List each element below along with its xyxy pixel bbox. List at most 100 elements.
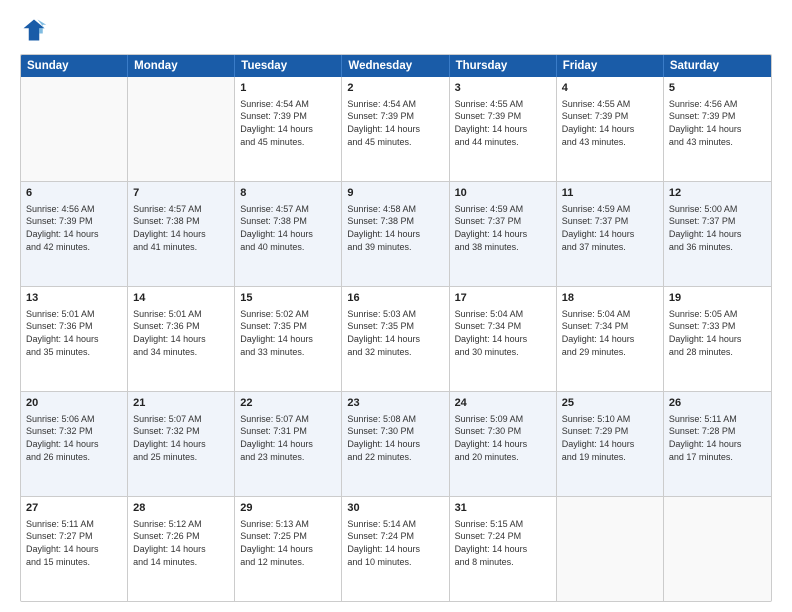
- cell-details: Sunrise: 4:55 AMSunset: 7:39 PMDaylight:…: [562, 98, 658, 148]
- day-number: 28: [133, 501, 229, 516]
- cell-details: Sunrise: 4:59 AMSunset: 7:37 PMDaylight:…: [455, 203, 551, 253]
- cell-details: Sunrise: 4:59 AMSunset: 7:37 PMDaylight:…: [562, 203, 658, 253]
- day-number: 11: [562, 186, 658, 201]
- cell-details: Sunrise: 4:54 AMSunset: 7:39 PMDaylight:…: [240, 98, 336, 148]
- header-day-tuesday: Tuesday: [235, 55, 342, 77]
- cell-details: Sunrise: 5:09 AMSunset: 7:30 PMDaylight:…: [455, 413, 551, 463]
- day-number: 31: [455, 501, 551, 516]
- day-number: 7: [133, 186, 229, 201]
- calendar-row-0: 1 Sunrise: 4:54 AMSunset: 7:39 PMDaylight…: [21, 77, 771, 182]
- calendar-row-2: 13Sunrise: 5:01 AMSunset: 7:36 PMDayligh…: [21, 287, 771, 392]
- calendar-cell: 21 Sunrise: 5:07 AMSunset: 7:32 PMDayligh…: [128, 392, 235, 496]
- calendar-cell: 19 Sunrise: 5:05 AMSunset: 7:33 PMDayligh…: [664, 287, 771, 391]
- calendar-cell: 9 Sunrise: 4:58 AMSunset: 7:38 PMDaylight…: [342, 182, 449, 286]
- calendar-cell: 24 Sunrise: 5:09 AMSunset: 7:30 PMDayligh…: [450, 392, 557, 496]
- calendar-row-1: 6 Sunrise: 4:56 AMSunset: 7:39 PMDaylight…: [21, 182, 771, 287]
- day-number: 17: [455, 291, 551, 306]
- cell-details: Sunrise: 4:58 AMSunset: 7:38 PMDaylight:…: [347, 203, 443, 253]
- cell-details: Sunrise: 5:01 AMSunset: 7:36 PMDaylight:…: [133, 308, 229, 358]
- cell-details: Sunrise: 5:08 AMSunset: 7:30 PMDaylight:…: [347, 413, 443, 463]
- header-day-friday: Friday: [557, 55, 664, 77]
- day-number: 12: [669, 186, 766, 201]
- calendar-cell: 1 Sunrise: 4:54 AMSunset: 7:39 PMDaylight…: [235, 77, 342, 181]
- header-day-wednesday: Wednesday: [342, 55, 449, 77]
- calendar-cell: 12 Sunrise: 5:00 AMSunset: 7:37 PMDayligh…: [664, 182, 771, 286]
- calendar-cell: 29 Sunrise: 5:13 AMSunset: 7:25 PMDayligh…: [235, 497, 342, 601]
- day-number: 19: [669, 291, 766, 306]
- day-number: 3: [455, 81, 551, 96]
- header-day-sunday: Sunday: [21, 55, 128, 77]
- calendar-cell: 4Sunrise: 4:55 AMSunset: 7:39 PMDaylight…: [557, 77, 664, 181]
- day-number: 9: [347, 186, 443, 201]
- day-number: 1: [240, 81, 336, 96]
- calendar-cell: 22 Sunrise: 5:07 AMSunset: 7:31 PMDayligh…: [235, 392, 342, 496]
- calendar-row-4: 27Sunrise: 5:11 AMSunset: 7:27 PMDayligh…: [21, 497, 771, 601]
- header-day-saturday: Saturday: [664, 55, 771, 77]
- cell-details: Sunrise: 5:07 AMSunset: 7:32 PMDaylight:…: [133, 413, 229, 463]
- day-number: 20: [26, 396, 122, 411]
- calendar-cell: 2 Sunrise: 4:54 AMSunset: 7:39 PMDaylight…: [342, 77, 449, 181]
- header-day-thursday: Thursday: [450, 55, 557, 77]
- cell-details: Sunrise: 4:57 AMSunset: 7:38 PMDaylight:…: [133, 203, 229, 253]
- day-number: 8: [240, 186, 336, 201]
- calendar-cell: 8 Sunrise: 4:57 AMSunset: 7:38 PMDaylight…: [235, 182, 342, 286]
- day-number: 10: [455, 186, 551, 201]
- day-number: 6: [26, 186, 122, 201]
- calendar-cell: 13Sunrise: 5:01 AMSunset: 7:36 PMDayligh…: [21, 287, 128, 391]
- cell-details: Sunrise: 4:56 AMSunset: 7:39 PMDaylight:…: [26, 203, 122, 253]
- day-number: 30: [347, 501, 443, 516]
- calendar-cell: 15 Sunrise: 5:02 AMSunset: 7:35 PMDayligh…: [235, 287, 342, 391]
- cell-details: Sunrise: 5:00 AMSunset: 7:37 PMDaylight:…: [669, 203, 766, 253]
- logo-icon: [20, 16, 48, 44]
- day-number: 21: [133, 396, 229, 411]
- calendar-cell: [21, 77, 128, 181]
- calendar-cell: 31 Sunrise: 5:15 AMSunset: 7:24 PMDayligh…: [450, 497, 557, 601]
- calendar-cell: 11 Sunrise: 4:59 AMSunset: 7:37 PMDayligh…: [557, 182, 664, 286]
- day-number: 22: [240, 396, 336, 411]
- day-number: 5: [669, 81, 766, 96]
- day-number: 24: [455, 396, 551, 411]
- calendar-cell: 16 Sunrise: 5:03 AMSunset: 7:35 PMDayligh…: [342, 287, 449, 391]
- calendar-cell: 10 Sunrise: 4:59 AMSunset: 7:37 PMDayligh…: [450, 182, 557, 286]
- calendar-cell: 3 Sunrise: 4:55 AMSunset: 7:39 PMDaylight…: [450, 77, 557, 181]
- cell-details: Sunrise: 5:13 AMSunset: 7:25 PMDaylight:…: [240, 518, 336, 568]
- calendar-cell: 17 Sunrise: 5:04 AMSunset: 7:34 PMDayligh…: [450, 287, 557, 391]
- cell-details: Sunrise: 5:15 AMSunset: 7:24 PMDaylight:…: [455, 518, 551, 568]
- cell-details: Sunrise: 4:54 AMSunset: 7:39 PMDaylight:…: [347, 98, 443, 148]
- calendar: SundayMondayTuesdayWednesdayThursdayFrid…: [20, 54, 772, 602]
- day-number: 29: [240, 501, 336, 516]
- day-number: 23: [347, 396, 443, 411]
- calendar-cell: 6 Sunrise: 4:56 AMSunset: 7:39 PMDaylight…: [21, 182, 128, 286]
- calendar-cell: 5 Sunrise: 4:56 AMSunset: 7:39 PMDaylight…: [664, 77, 771, 181]
- cell-details: Sunrise: 5:04 AMSunset: 7:34 PMDaylight:…: [455, 308, 551, 358]
- day-number: 16: [347, 291, 443, 306]
- calendar-cell: 25 Sunrise: 5:10 AMSunset: 7:29 PMDayligh…: [557, 392, 664, 496]
- calendar-cell: [664, 497, 771, 601]
- header-day-monday: Monday: [128, 55, 235, 77]
- cell-details: Sunrise: 5:02 AMSunset: 7:35 PMDaylight:…: [240, 308, 336, 358]
- cell-details: Sunrise: 5:06 AMSunset: 7:32 PMDaylight:…: [26, 413, 122, 463]
- cell-details: Sunrise: 5:03 AMSunset: 7:35 PMDaylight:…: [347, 308, 443, 358]
- cell-details: Sunrise: 5:07 AMSunset: 7:31 PMDaylight:…: [240, 413, 336, 463]
- cell-details: Sunrise: 4:57 AMSunset: 7:38 PMDaylight:…: [240, 203, 336, 253]
- calendar-cell: 27Sunrise: 5:11 AMSunset: 7:27 PMDayligh…: [21, 497, 128, 601]
- logo: [20, 16, 52, 44]
- calendar-cell: 7 Sunrise: 4:57 AMSunset: 7:38 PMDaylight…: [128, 182, 235, 286]
- cell-details: Sunrise: 5:10 AMSunset: 7:29 PMDaylight:…: [562, 413, 658, 463]
- calendar-cell: 26 Sunrise: 5:11 AMSunset: 7:28 PMDayligh…: [664, 392, 771, 496]
- cell-details: Sunrise: 5:01 AMSunset: 7:36 PMDaylight:…: [26, 308, 122, 358]
- calendar-body: 1 Sunrise: 4:54 AMSunset: 7:39 PMDaylight…: [21, 77, 771, 601]
- day-number: 2: [347, 81, 443, 96]
- cell-details: Sunrise: 4:55 AMSunset: 7:39 PMDaylight:…: [455, 98, 551, 148]
- day-number: 25: [562, 396, 658, 411]
- cell-details: Sunrise: 5:14 AMSunset: 7:24 PMDaylight:…: [347, 518, 443, 568]
- cell-details: Sunrise: 5:04 AMSunset: 7:34 PMDaylight:…: [562, 308, 658, 358]
- cell-details: Sunrise: 5:11 AMSunset: 7:28 PMDaylight:…: [669, 413, 766, 463]
- day-number: 26: [669, 396, 766, 411]
- calendar-header: SundayMondayTuesdayWednesdayThursdayFrid…: [21, 55, 771, 77]
- day-number: 15: [240, 291, 336, 306]
- calendar-cell: 20 Sunrise: 5:06 AMSunset: 7:32 PMDayligh…: [21, 392, 128, 496]
- cell-details: Sunrise: 5:05 AMSunset: 7:33 PMDaylight:…: [669, 308, 766, 358]
- cell-details: Sunrise: 4:56 AMSunset: 7:39 PMDaylight:…: [669, 98, 766, 148]
- calendar-cell: 18Sunrise: 5:04 AMSunset: 7:34 PMDayligh…: [557, 287, 664, 391]
